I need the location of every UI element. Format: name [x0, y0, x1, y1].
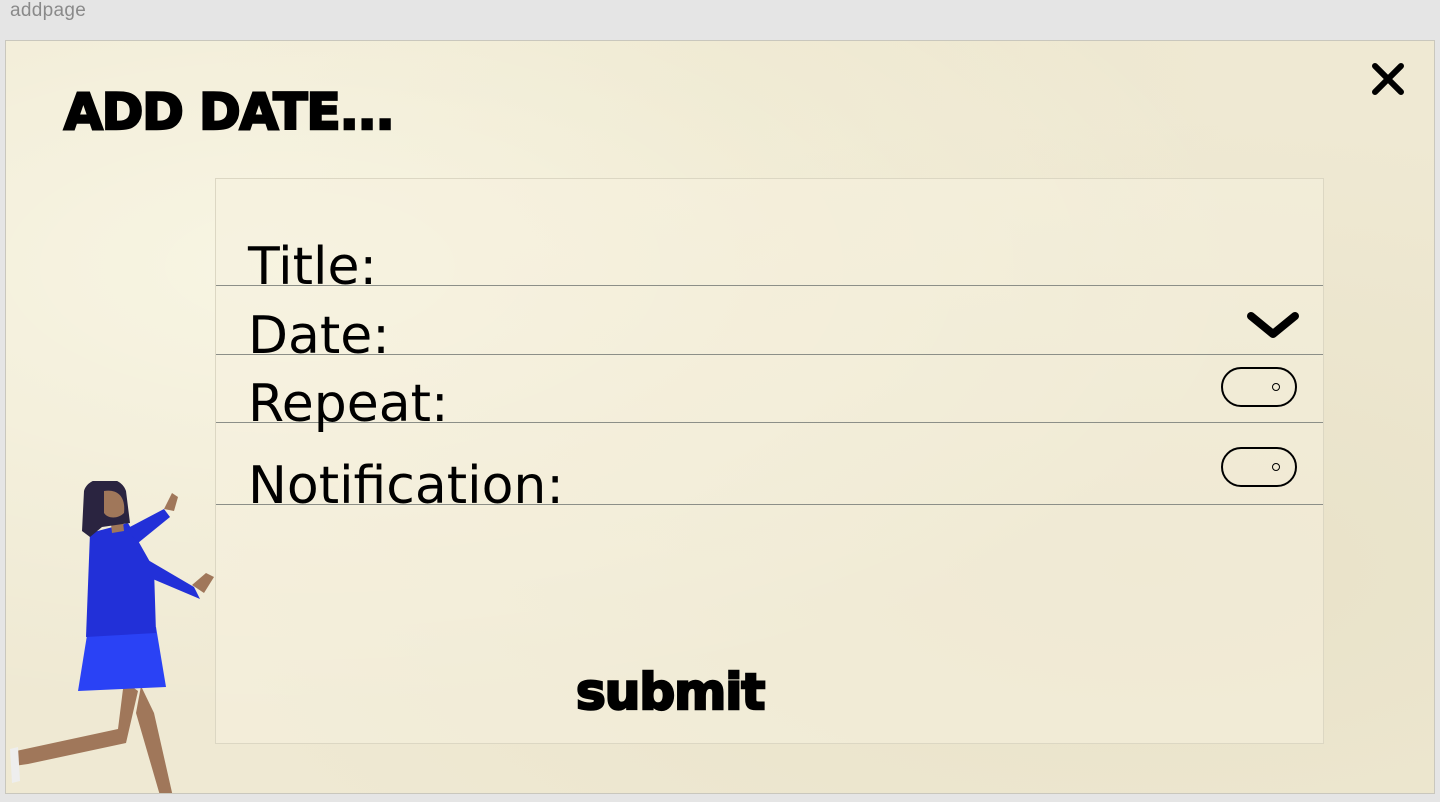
repeat-field-row: Repeat:	[216, 355, 1323, 430]
notification-toggle[interactable]	[1221, 447, 1297, 487]
date-field-row[interactable]: Date:	[216, 286, 1323, 362]
title-field-row[interactable]: Title:	[216, 179, 1323, 293]
woman-illustration	[6, 478, 221, 793]
toggle-knob	[1272, 383, 1280, 391]
close-icon[interactable]	[1370, 61, 1406, 97]
repeat-toggle[interactable]	[1221, 367, 1297, 407]
notification-field-label: Notification:	[248, 456, 564, 516]
submit-button[interactable]: submit	[575, 666, 767, 719]
frame-label: addpage	[10, 0, 87, 21]
add-page-frame: ADD DATE... Title: Date: Repeat: Notific…	[5, 40, 1435, 794]
toggle-knob	[1272, 463, 1280, 471]
page-title: ADD DATE...	[63, 83, 396, 141]
add-date-form: Title: Date: Repeat: Notification: submi…	[215, 178, 1324, 744]
notification-field-row: Notification:	[216, 423, 1323, 512]
chevron-down-icon[interactable]	[1245, 308, 1301, 342]
